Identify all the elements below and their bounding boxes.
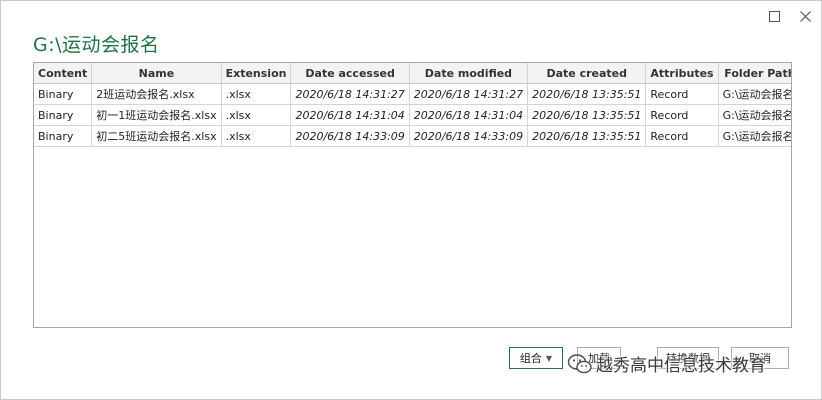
cell-content[interactable]: Binary (34, 125, 93, 147)
dialog-title: G:\运动会报名 (33, 34, 160, 56)
cell-attributes[interactable]: Record (645, 125, 719, 147)
cell-date-modified[interactable]: 2020/6/18 14:31:04 (409, 104, 529, 126)
file-table: Content Name Extension Date accessed Dat… (34, 63, 791, 147)
cell-name[interactable]: 初一1班运动会报名.xlsx (91, 104, 222, 126)
cell-name[interactable]: 初二5班运动会报名.xlsx (91, 125, 222, 147)
cell-attributes[interactable]: Record (645, 83, 719, 105)
cell-date-accessed[interactable]: 2020/6/18 14:31:27 (290, 83, 410, 105)
column-header-attributes[interactable]: Attributes (645, 63, 719, 84)
watermark: 越秀高中信息技术教育 (567, 351, 766, 376)
maximize-icon (768, 10, 780, 22)
cell-date-accessed[interactable]: 2020/6/18 14:33:09 (290, 125, 410, 147)
close-button[interactable] (794, 5, 816, 27)
column-header-content[interactable]: Content (34, 63, 93, 84)
file-preview-grid[interactable]: Content Name Extension Date accessed Dat… (33, 62, 792, 328)
column-header-extension[interactable]: Extension (221, 63, 292, 84)
header-row: Content Name Extension Date accessed Dat… (34, 63, 791, 84)
cell-date-accessed[interactable]: 2020/6/18 14:31:04 (290, 104, 410, 126)
watermark-text: 越秀高中信息技术教育 (596, 356, 766, 376)
column-header-date-created[interactable]: Date created (527, 63, 647, 84)
column-header-date-accessed[interactable]: Date accessed (290, 63, 410, 84)
cell-name[interactable]: 2班运动会报名.xlsx (91, 83, 222, 105)
column-header-date-modified[interactable]: Date modified (409, 63, 529, 84)
cell-extension[interactable]: .xlsx (221, 125, 292, 147)
cell-date-modified[interactable]: 2020/6/18 14:31:27 (409, 83, 529, 105)
cell-extension[interactable]: .xlsx (221, 104, 292, 126)
table-row[interactable]: Binary 2班运动会报名.xlsx .xlsx 2020/6/18 14:3… (34, 83, 791, 105)
cell-date-created[interactable]: 2020/6/18 13:35:51 (527, 104, 647, 126)
combine-button-label: 组合 (519, 352, 542, 365)
caret-down-icon: ▼ (545, 353, 553, 363)
dialog-window: G:\运动会报名 Content Name Extension Date acc… (0, 0, 822, 400)
cell-folder-path[interactable]: G:\运动会报名\ (718, 104, 791, 126)
maximize-button[interactable] (763, 5, 785, 27)
cell-folder-path[interactable]: G:\运动会报名\ (718, 83, 791, 105)
cell-content[interactable]: Binary (34, 104, 93, 126)
cell-attributes[interactable]: Record (645, 104, 719, 126)
combine-button[interactable]: 组合 ▼ (509, 347, 563, 369)
table-row[interactable]: Binary 初一1班运动会报名.xlsx .xlsx 2020/6/18 14… (34, 104, 791, 126)
cell-date-created[interactable]: 2020/6/18 13:35:51 (527, 125, 647, 147)
cell-extension[interactable]: .xlsx (221, 83, 292, 105)
cell-content[interactable]: Binary (34, 83, 93, 105)
column-header-folder-path[interactable]: Folder Path (718, 63, 791, 84)
close-icon (799, 10, 811, 22)
wechat-icon (567, 353, 592, 373)
cell-date-created[interactable]: 2020/6/18 13:35:51 (527, 83, 647, 105)
cell-folder-path[interactable]: G:\运动会报名\ (718, 125, 791, 147)
table-row[interactable]: Binary 初二5班运动会报名.xlsx .xlsx 2020/6/18 14… (34, 125, 791, 147)
column-header-name[interactable]: Name (91, 63, 222, 84)
cell-date-modified[interactable]: 2020/6/18 14:33:09 (409, 125, 529, 147)
